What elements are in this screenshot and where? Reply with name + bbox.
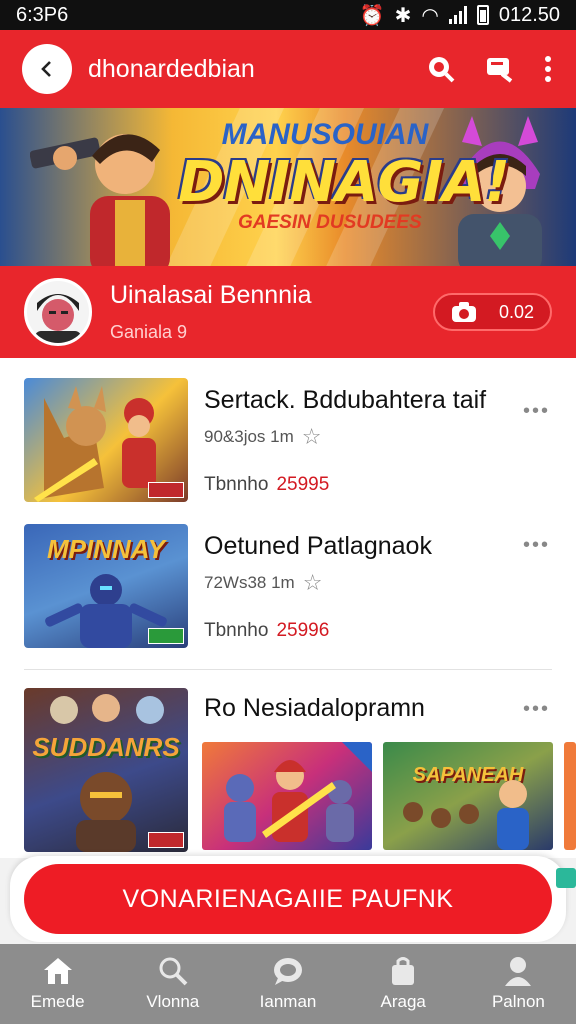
status-bar: 6:3P6 ⏰ ✱ ◠ 012.50 [0, 0, 576, 30]
app-bar: dhonardedbian [0, 30, 576, 108]
avatar[interactable] [24, 278, 92, 346]
status-time: 6:3P6 [16, 3, 69, 26]
chat-icon [274, 958, 302, 985]
divider [24, 669, 552, 670]
banner-subtitle: GAESIN DUSUDEES [238, 212, 422, 233]
alarm-icon: ⏰ [359, 4, 385, 27]
app-title: dhonardedbian [88, 54, 255, 83]
thumbnail-badge [148, 832, 184, 848]
item-meta-text: 90&3jos 1m [204, 427, 294, 446]
app-bar-actions [426, 54, 554, 84]
star-icon[interactable]: ☆ [303, 570, 323, 596]
item-title: Oetuned Patlagnaok [204, 532, 432, 560]
home-icon [43, 958, 72, 984]
nav-profile[interactable]: Palnon [461, 944, 576, 1024]
content-list: Sertack. Bddubahtera taif 90&3jos 1m ☆ T… [0, 358, 576, 858]
nav-label: Palnon [491, 992, 545, 1011]
item-meta: 90&3jos 1m ☆ [204, 424, 322, 450]
person-icon [505, 957, 532, 986]
back-button[interactable] [22, 44, 72, 94]
star-icon[interactable]: ☆ [302, 424, 322, 450]
thumbnail-art [50, 694, 164, 852]
bag-icon [392, 957, 415, 985]
mini-thumbnail-art [403, 780, 529, 850]
profile-info: Uinalasai Bennnia Ganiala 9 [110, 281, 433, 343]
search-icon [429, 57, 455, 83]
item-thumbnail: MPINNAY [24, 524, 188, 648]
more-options-icon[interactable]: ••• [523, 698, 550, 721]
item-meta: 72Ws38 1m ☆ [204, 570, 322, 596]
profile-strip: Uinalasai Bennnia Ganiala 9 0.02 [0, 266, 576, 358]
thumbnail-badge [148, 628, 184, 644]
signal-icon [448, 6, 467, 24]
promo-banner[interactable]: MANUSOUIAN DNINAGIA! GAESIN DUSUDEES [0, 108, 576, 268]
list-item[interactable]: SUDDANRS Ro Nesiadalopramn ••• SAPANEAH [0, 688, 576, 858]
thumbnail-badge [148, 482, 184, 498]
item-thumbnail: SUDDANRS [24, 688, 188, 852]
more-vert-icon [545, 56, 551, 82]
item-meta-text: 72Ws38 1m [204, 573, 295, 592]
more-options-button[interactable] [542, 54, 554, 84]
item-title: Sertack. Bddubahtera taif [204, 386, 487, 414]
banner-title: DNINAGIA! [178, 150, 510, 215]
camera-icon [451, 302, 476, 322]
banner-top-text: MANUSOUIAN [221, 118, 429, 151]
pill-value: 0.02 [498, 301, 534, 322]
ad-choices-icon[interactable] [556, 868, 576, 888]
list-item[interactable]: Sertack. Bddubahtera taif 90&3jos 1m ☆ T… [0, 378, 576, 508]
nav-label: Araga [380, 992, 426, 1011]
more-options-icon[interactable]: ••• [523, 400, 550, 423]
cta-container: VONARIENAGAIIE PAUFNK [10, 856, 566, 942]
search-button[interactable] [426, 54, 456, 84]
camera-counter-pill[interactable]: 0.02 [432, 293, 552, 331]
item-price: Tbnnho 25995 [204, 474, 329, 496]
primary-cta-button[interactable]: VONARIENAGAIIE PAUFNK [24, 864, 552, 934]
nav-label: Ianman [259, 992, 317, 1011]
back-arrow-icon [41, 61, 51, 77]
wifi-icon: ◠ [421, 4, 439, 27]
nav-chat[interactable]: Ianman [230, 944, 345, 1024]
cast-button[interactable] [484, 54, 514, 84]
mini-thumbnail[interactable] [202, 742, 372, 850]
battery-icon [476, 5, 489, 25]
item-price: Tbnnho 25996 [204, 620, 329, 642]
more-options-icon[interactable]: ••• [523, 534, 550, 557]
status-right-text: 012.50 [498, 3, 560, 26]
avatar-character [27, 281, 89, 343]
price-label: Tbnnho [204, 474, 269, 495]
list-item[interactable]: MPINNAY Oetuned Patlagnaok 72Ws38 1m ☆ T… [0, 524, 576, 654]
price-value: 25995 [276, 474, 330, 495]
mini-thumbnail[interactable]: SAPANEAH [383, 742, 553, 850]
search-icon [159, 957, 188, 986]
cast-icon [487, 58, 513, 83]
nav-home[interactable]: Emede [0, 944, 115, 1024]
nav-label: Emede [30, 992, 85, 1011]
nav-search[interactable]: Vlonna [115, 944, 230, 1024]
price-label: Tbnnho [204, 620, 269, 641]
profile-name: Uinalasai Bennnia [110, 281, 312, 309]
status-icons: ⏰ ✱ ◠ 012.50 [360, 3, 560, 28]
item-title: Ro Nesiadalopramn [204, 694, 425, 722]
nav-bag[interactable]: Araga [346, 944, 461, 1024]
mini-thumbnail-art [224, 742, 372, 842]
profile-subtitle: Ganiala 9 [110, 322, 188, 342]
nav-label: Vlonna [146, 992, 200, 1011]
mini-thumbnail[interactable] [564, 742, 576, 850]
bottom-navigation: Emede Vlonna Ianman Araga Palnon [0, 944, 576, 1024]
item-thumbnail [24, 378, 188, 502]
price-value: 25996 [276, 620, 330, 641]
bluetooth-icon: ✱ [394, 4, 412, 27]
hero-character-left [30, 134, 170, 268]
